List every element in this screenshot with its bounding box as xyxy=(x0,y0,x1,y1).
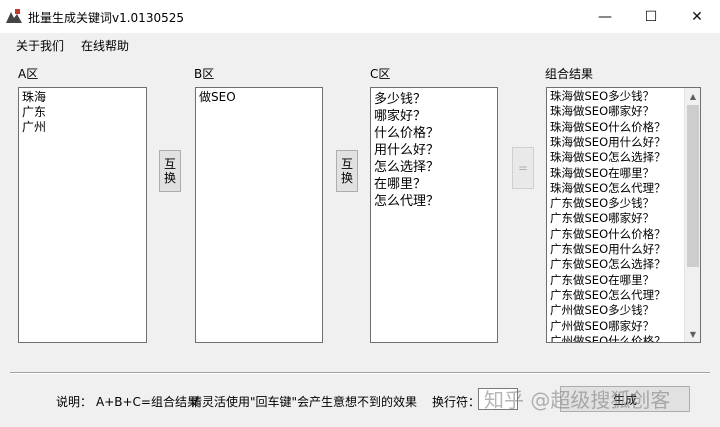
title-bar: 批量生成关键词v1.0130525 — ☐ ✕ xyxy=(0,0,720,33)
formula-text: A+B+C=组合结果 xyxy=(96,395,199,409)
list-item[interactable]: 珠海做SEO什么价格？ xyxy=(550,120,666,135)
list-item[interactable]: 广东做SEO哪家好？ xyxy=(550,211,654,226)
scroll-thumb[interactable] xyxy=(687,105,699,267)
list-item[interactable]: 广东做SEO在哪里？ xyxy=(550,273,654,288)
close-button[interactable]: ✕ xyxy=(674,0,720,33)
list-item[interactable]: 广东做SEO用什么好？ xyxy=(550,242,666,257)
list-item[interactable]: 珠海做SEO多少钱？ xyxy=(550,89,654,104)
list-item[interactable]: 怎么选择？ xyxy=(374,159,439,176)
tip-text: 请灵活使用"回车键"会产生意想不到的效果 xyxy=(190,395,418,409)
list-item[interactable]: 多少钱？ xyxy=(374,91,426,108)
divider xyxy=(10,372,710,374)
combine-label: = xyxy=(517,161,529,175)
separator-label: 换行符： xyxy=(432,395,481,409)
menu-help[interactable]: 在线帮助 xyxy=(81,37,129,54)
swap-ab-label-1: 互 xyxy=(163,157,176,171)
list-item[interactable]: 在哪里？ xyxy=(374,176,426,193)
list-item[interactable]: 珠海做SEO哪家好？ xyxy=(550,104,654,119)
maximize-icon: ☐ xyxy=(644,8,658,25)
window-title: 批量生成关键词v1.0130525 xyxy=(28,11,184,25)
minimize-button[interactable]: — xyxy=(582,0,628,33)
result-list[interactable]: 珠海做SEO多少钱？ 珠海做SEO哪家好？ 珠海做SEO什么价格？ 珠海做SEO… xyxy=(546,87,701,343)
list-item[interactable]: 哪家好？ xyxy=(374,108,426,125)
maximize-button[interactable]: ☐ xyxy=(628,0,674,33)
watermark: 知乎 @超级搜狐创客 xyxy=(484,388,671,412)
group-a-label: A区 xyxy=(18,67,39,81)
menu-bar: 关于我们 在线帮助 xyxy=(0,33,720,55)
swap-ab-label-2: 换 xyxy=(163,171,176,185)
list-item[interactable]: 广东做SEO怎么代理？ xyxy=(550,288,666,303)
group-result-label: 组合结果 xyxy=(545,67,594,81)
list-item[interactable]: 广东做SEO什么价格？ xyxy=(550,227,666,242)
list-item[interactable]: 珠海 xyxy=(22,90,46,105)
list-item[interactable]: 广州做SEO多少钱？ xyxy=(550,303,654,318)
minimize-icon: — xyxy=(598,8,612,25)
swap-bc-label-1: 互 xyxy=(340,157,353,171)
list-b[interactable]: 做SEO xyxy=(195,87,323,343)
scroll-up-icon[interactable]: ▲ xyxy=(685,88,700,104)
app-icon xyxy=(6,9,22,23)
swap-bc-button[interactable]: 互 换 xyxy=(336,150,358,192)
list-item[interactable]: 广东做SEO怎么选择？ xyxy=(550,257,666,272)
list-item[interactable]: 广州 xyxy=(22,120,46,135)
list-item[interactable]: 珠海做SEO在哪里？ xyxy=(550,166,654,181)
list-item[interactable]: 做SEO xyxy=(199,90,236,105)
close-icon: ✕ xyxy=(691,8,703,25)
combine-button[interactable]: = xyxy=(512,147,534,189)
list-item[interactable]: 广州做SEO哪家好？ xyxy=(550,319,654,334)
group-c-label: C区 xyxy=(370,67,391,81)
list-item[interactable]: 珠海做SEO用什么好？ xyxy=(550,135,666,150)
swap-ab-button[interactable]: 互 换 xyxy=(159,150,181,192)
list-item[interactable]: 什么价格？ xyxy=(374,125,439,142)
list-item[interactable]: 珠海做SEO怎么代理？ xyxy=(550,181,666,196)
list-item[interactable]: 用什么好？ xyxy=(374,142,439,159)
list-c[interactable]: 多少钱？ 哪家好？ 什么价格？ 用什么好？ 怎么选择？ 在哪里？ 怎么代理？ xyxy=(370,87,498,343)
list-item[interactable]: 广东做SEO多少钱？ xyxy=(550,196,654,211)
list-a[interactable]: 珠海 广东 广州 xyxy=(18,87,147,343)
list-item[interactable]: 广州做SEO什么价格？ xyxy=(550,334,666,342)
menu-about[interactable]: 关于我们 xyxy=(16,37,64,54)
list-item[interactable]: 怎么代理？ xyxy=(374,193,439,210)
scroll-down-icon[interactable]: ▼ xyxy=(685,326,700,342)
list-item[interactable]: 广东 xyxy=(22,105,46,120)
result-scrollbar[interactable]: ▲ ▼ xyxy=(684,88,700,342)
explain-label: 说明： xyxy=(56,395,93,409)
group-b-label: B区 xyxy=(194,67,215,81)
swap-bc-label-2: 换 xyxy=(340,171,353,185)
list-item[interactable]: 珠海做SEO怎么选择？ xyxy=(550,150,666,165)
